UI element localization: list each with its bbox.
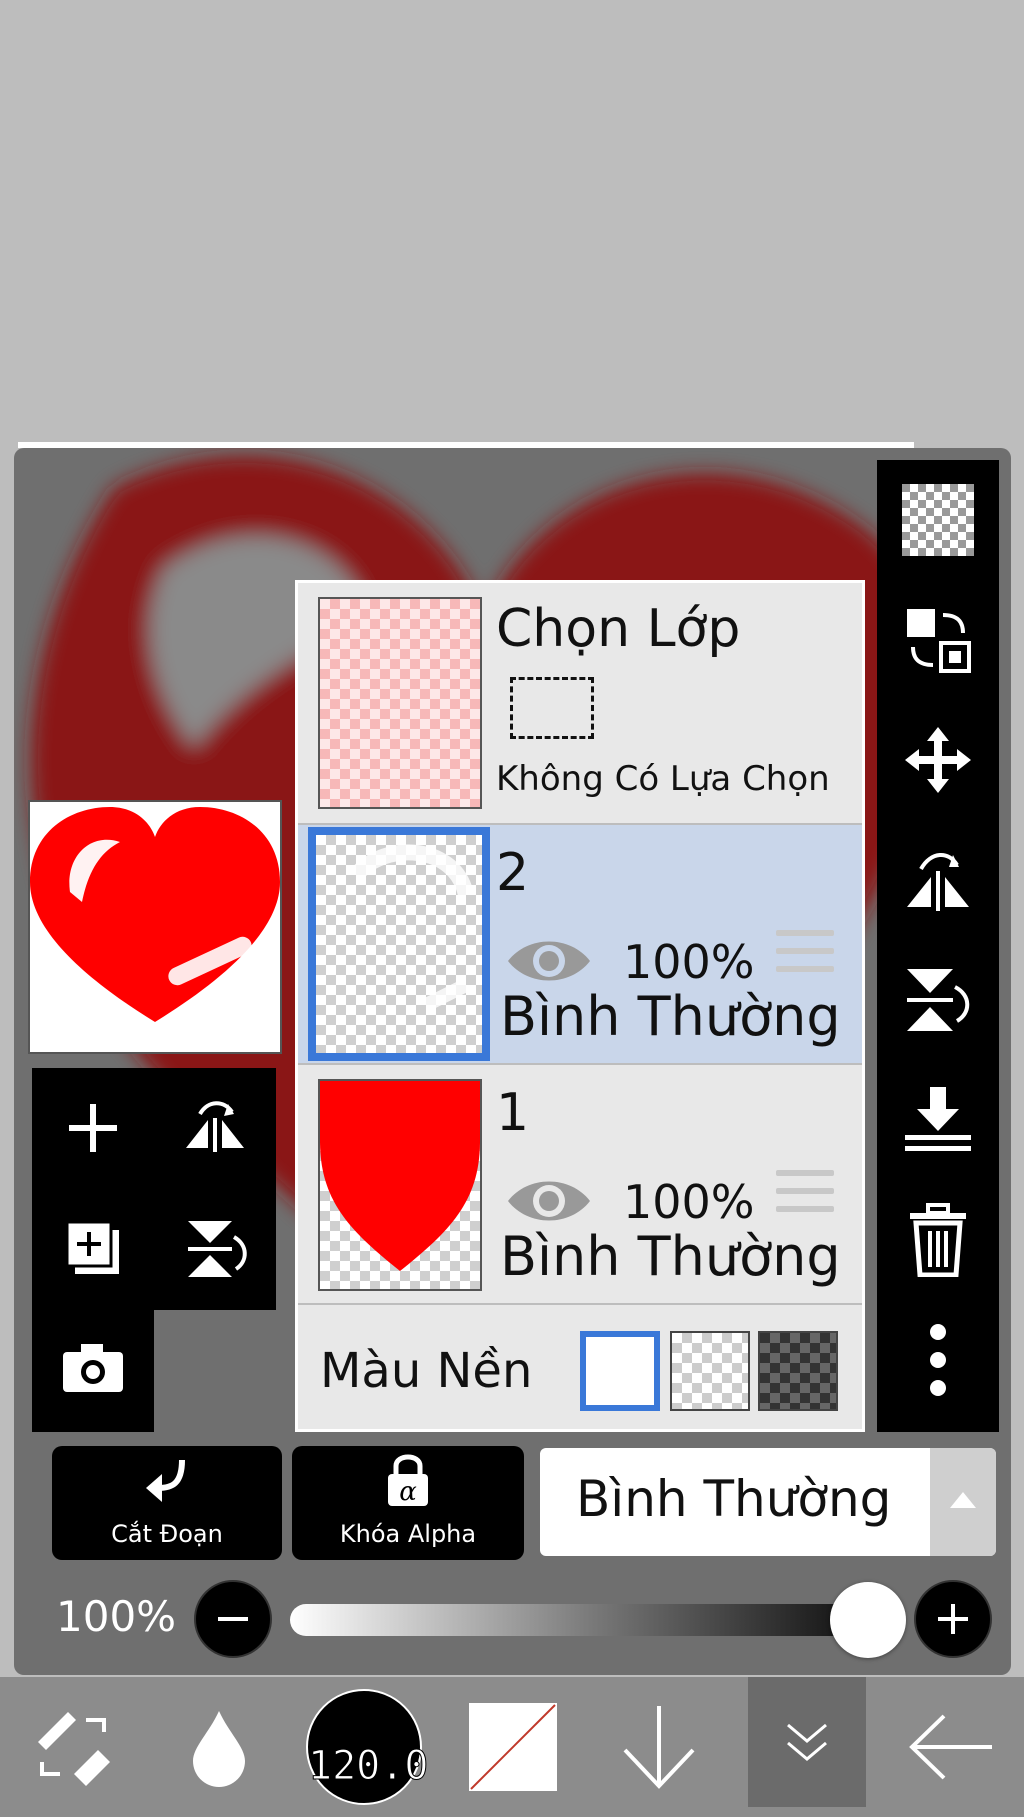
visibility-eye-icon[interactable]: [506, 933, 592, 989]
layer-opacity-1: 100%: [623, 1175, 755, 1229]
add-layer-icon: [69, 1104, 117, 1152]
blur-tool-button[interactable]: [146, 1677, 292, 1817]
layer-list: Chọn Lớp Không Có Lựa Chọn 2 100% Bình T…: [295, 580, 865, 1432]
bottom-toolbar: 120.0: [0, 1677, 1024, 1817]
svg-text:α: α: [399, 1477, 417, 1507]
selection-layer-thumbnail: [318, 597, 482, 809]
opacity-slider-track[interactable]: [290, 1604, 900, 1636]
opacity-decrease-button[interactable]: [194, 1580, 272, 1658]
left-tool-camera-cell: [32, 1308, 154, 1432]
transparency-icon: [902, 484, 974, 556]
opacity-value: 100%: [56, 1592, 177, 1641]
camera-button[interactable]: [32, 1308, 154, 1428]
flip-horizontal-layer-button[interactable]: [877, 820, 999, 940]
heart-preview-image: [30, 807, 280, 1022]
plus-icon: [938, 1604, 968, 1634]
color-swatch-icon: [469, 1703, 557, 1791]
delete-layer-button[interactable]: [877, 1180, 999, 1300]
background-transparent-dark-swatch[interactable]: [758, 1331, 838, 1411]
alpha-lock-button[interactable]: α Khóa Alpha: [292, 1446, 524, 1560]
clipping-label: Cắt Đoạn: [111, 1520, 223, 1548]
download-arrow-icon: [623, 1706, 695, 1789]
background-color-label: Màu Nền: [320, 1343, 533, 1399]
duplicate-layer-button[interactable]: [32, 1188, 154, 1308]
layer-down-button[interactable]: [586, 1677, 732, 1817]
blend-mode-dropdown-button[interactable]: [930, 1448, 996, 1556]
clipping-button[interactable]: Cắt Đoạn: [52, 1446, 282, 1560]
flip-horizontal-icon: [907, 853, 969, 911]
layer-row-1[interactable]: 1 100% Bình Thường: [298, 1065, 862, 1305]
alpha-lock-label: Khóa Alpha: [339, 1520, 477, 1548]
layer-blend-mode-1: Bình Thường: [500, 1225, 841, 1288]
triangle-up-icon: [950, 1492, 976, 1508]
more-icon: [930, 1324, 946, 1396]
move-button[interactable]: [877, 700, 999, 820]
back-button[interactable]: [878, 1677, 1024, 1817]
camera-icon: [63, 1344, 123, 1392]
selection-layer-title: Chọn Lớp: [496, 599, 741, 659]
left-tool-grid: [32, 1068, 276, 1310]
collapse-panel-button[interactable]: [748, 1677, 866, 1807]
highlight-stroke-preview: [349, 844, 474, 1012]
add-layer-button[interactable]: [32, 1068, 154, 1188]
flip-horizontal-button[interactable]: [154, 1068, 276, 1188]
layer-thumbnail-1: [318, 1079, 482, 1291]
blend-mode-value: Bình Thường: [576, 1470, 892, 1528]
canvas-preview[interactable]: [28, 800, 282, 1054]
selection-marquee-icon: [510, 677, 594, 739]
background-transparent-light-swatch[interactable]: [670, 1331, 750, 1411]
swap-layers-button[interactable]: [877, 580, 999, 700]
flip-vertical-icon: [907, 969, 970, 1031]
move-icon: [905, 727, 971, 793]
layer-blend-mode-2: Bình Thường: [500, 985, 841, 1048]
flip-vertical-button[interactable]: [154, 1188, 276, 1308]
layer-row-2[interactable]: 2 100% Bình Thường: [298, 825, 862, 1065]
swap-layers-icon: [907, 609, 971, 673]
opacity-increase-button[interactable]: [914, 1580, 992, 1658]
merge-down-button[interactable]: [877, 1060, 999, 1180]
background-white-swatch[interactable]: [580, 1331, 660, 1411]
brush-eraser-toggle-button[interactable]: [0, 1677, 146, 1817]
heart-thumbnail-image: [320, 1081, 480, 1271]
layer-thumbnail-2: [308, 827, 490, 1061]
flip-vertical-layer-button[interactable]: [877, 940, 999, 1060]
more-options-button[interactable]: [877, 1300, 999, 1420]
duplicate-layer-icon: [65, 1220, 119, 1274]
clipping-arrow-icon: [146, 1459, 185, 1502]
alpha-lock-icon: α: [388, 1454, 428, 1507]
blur-drop-icon: [193, 1711, 245, 1787]
merge-down-icon: [905, 1087, 971, 1151]
flip-horizontal-icon: [186, 1101, 244, 1152]
collapse-icon: [787, 1723, 827, 1761]
selection-status: Không Có Lựa Chọn: [496, 759, 830, 799]
transparency-button[interactable]: [877, 460, 999, 580]
brush-size-value: 120.0: [308, 1743, 429, 1790]
blend-mode-select[interactable]: Bình Thường: [540, 1448, 996, 1556]
layer-name-1: 1: [496, 1083, 530, 1143]
layer-name-2: 2: [496, 843, 530, 903]
back-arrow-icon: [909, 1714, 992, 1780]
drag-handle-icon[interactable]: [776, 1170, 834, 1220]
opacity-slider-knob[interactable]: [830, 1582, 906, 1658]
color-picker-button[interactable]: [440, 1677, 586, 1817]
right-tool-column: [877, 460, 999, 1432]
minus-icon: [218, 1617, 248, 1621]
brush-eraser-toggle-icon: [38, 1712, 110, 1786]
visibility-eye-icon[interactable]: [506, 1173, 592, 1229]
drag-handle-icon[interactable]: [776, 930, 834, 980]
brush-size-button[interactable]: 120.0: [306, 1689, 429, 1805]
flip-vertical-icon: [188, 1221, 247, 1277]
layer-opacity-2: 100%: [623, 935, 755, 989]
trash-icon: [910, 1203, 966, 1277]
selection-layer-row[interactable]: Chọn Lớp Không Có Lựa Chọn: [298, 583, 862, 825]
